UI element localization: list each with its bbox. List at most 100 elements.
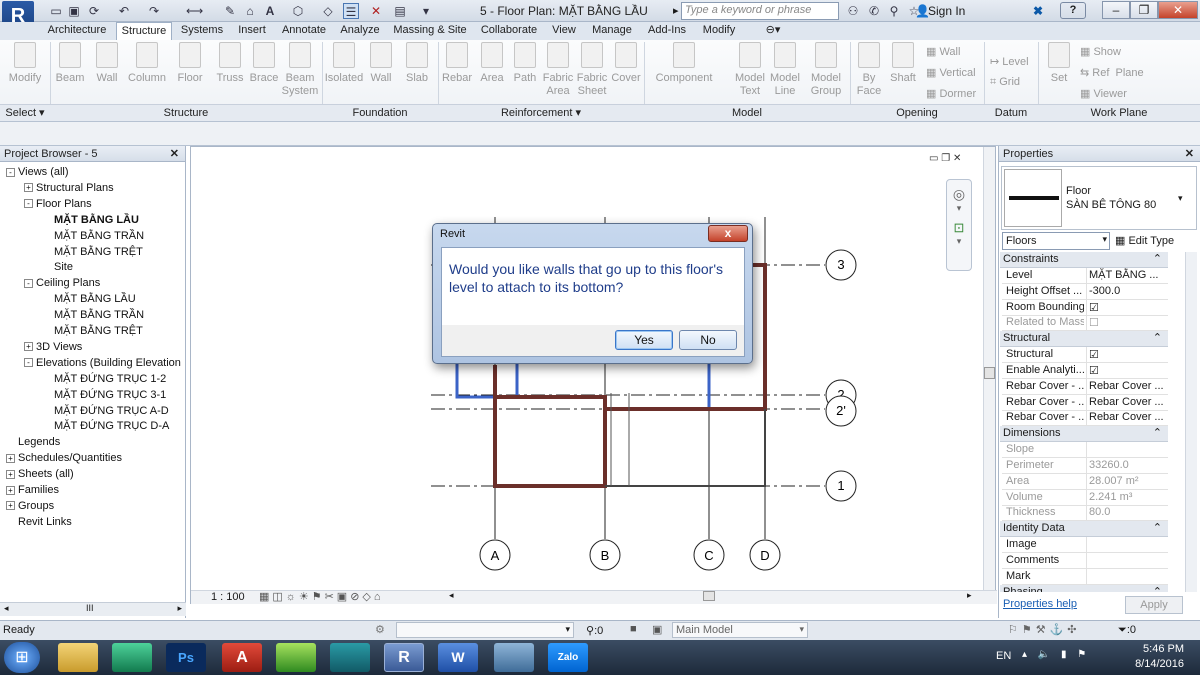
design-option-select[interactable]: Main Model ▾ (672, 622, 808, 638)
revit-taskbar-icon[interactable]: R (384, 643, 424, 672)
filter-count[interactable]: ⚲:0 (586, 624, 603, 637)
tree-item[interactable]: - Elevations (Building Elevation (24, 357, 181, 369)
binoculars-icon[interactable]: ⚇ (845, 3, 861, 19)
rebar-button[interactable]: Rebar (440, 42, 474, 85)
close-window-button[interactable]: ✕ (1158, 1, 1198, 19)
property-value[interactable]: 28.007 m² (1086, 473, 1168, 489)
collapse-icon[interactable]: - (24, 278, 33, 288)
truss-button[interactable]: Truss (212, 42, 248, 85)
set-work-plane-button[interactable]: Set (1042, 42, 1076, 85)
properties-scrollbar[interactable] (1185, 252, 1197, 592)
dimension-icon[interactable]: ✎ (222, 3, 238, 19)
by-face-button[interactable]: By Face (852, 42, 886, 98)
view-window-controls[interactable]: ▭ ❐ ✕ (929, 153, 961, 164)
wall-button[interactable]: Wall (90, 42, 124, 85)
property-value[interactable]: ☐ (1086, 315, 1168, 331)
property-row[interactable]: Rebar Cover - ... Rebar Cover ... (1002, 410, 1168, 427)
tree-item[interactable]: MẶT BẰNG TRỆT (42, 246, 143, 258)
property-row[interactable]: Area 28.007 m² (1002, 473, 1168, 490)
edit-type-button[interactable]: ▦ Edit Type (1115, 234, 1174, 247)
panel-select[interactable]: Select ▾ (0, 104, 50, 121)
tree-item[interactable]: - Floor Plans (24, 198, 92, 210)
grid-button[interactable]: ⌗ Grid (990, 76, 1020, 89)
tree-item[interactable]: MẶT BẰNG TRẦN (42, 309, 144, 321)
help-button[interactable]: ? (1060, 2, 1086, 19)
tree-item[interactable]: Site (42, 261, 73, 273)
3d-view-icon[interactable]: ⬡ (290, 3, 306, 19)
vertical-scroll-thumb[interactable] (984, 367, 995, 379)
scroll-left-icon[interactable]: ◂ (4, 603, 9, 614)
scroll-right-icon[interactable]: ▸ (967, 590, 972, 601)
expand-icon[interactable]: + (6, 453, 15, 463)
property-group-header[interactable]: Structural ⌃ (1000, 331, 1168, 348)
tree-item[interactable]: - Views (all) (6, 166, 69, 178)
property-group-header[interactable]: Constraints ⌃ (1000, 252, 1168, 268)
wheel-dropdown-icon[interactable]: ▾ (947, 203, 971, 214)
property-value[interactable]: ☑ (1086, 347, 1168, 363)
model-text-button[interactable]: Model Text (732, 42, 768, 98)
start-button[interactable]: ⊞ (4, 642, 40, 673)
tab-structure[interactable]: Structure (116, 22, 172, 40)
editable-only-icon[interactable]: ■ (630, 623, 637, 635)
word-icon[interactable]: W (438, 643, 478, 672)
pictures-icon[interactable] (494, 643, 534, 672)
modify-button[interactable]: Modify (4, 42, 46, 85)
measure-icon[interactable]: ⟷ (186, 3, 203, 19)
tab-massing-site[interactable]: Massing & Site (390, 22, 470, 40)
expand-icon[interactable]: + (6, 501, 15, 511)
vertical-opening-button[interactable]: ▦ Vertical (926, 66, 976, 79)
property-value[interactable]: 2.241 m³ (1086, 489, 1168, 505)
search-input[interactable]: Type a keyword or phrase (681, 2, 839, 20)
property-row[interactable]: Slope (1002, 442, 1168, 459)
apply-button[interactable]: Apply (1125, 596, 1183, 614)
property-row[interactable]: Image (1002, 537, 1168, 554)
tree-item[interactable]: + Families (6, 484, 59, 496)
tab-architecture[interactable]: Architecture (40, 22, 114, 40)
collapse-icon[interactable]: ⌃ (1153, 521, 1162, 534)
floor-button[interactable]: Floor (172, 42, 208, 85)
3dsmax-icon[interactable] (330, 643, 370, 672)
zalo-icon[interactable]: Zalo (548, 643, 588, 672)
minimize-button[interactable]: – (1102, 1, 1130, 19)
tree-item[interactable]: MẶT BẰNG TRẦN (42, 230, 144, 242)
floor-plan-drawing[interactable]: 3 2 2' 1 A B C D (191, 147, 997, 605)
expand-icon[interactable]: + (6, 485, 15, 495)
beam-system-button[interactable]: Beam System (280, 42, 320, 98)
level-button[interactable]: ↦ Level (990, 55, 1029, 68)
show-button[interactable]: ▦ Show (1080, 45, 1121, 58)
property-group-header[interactable]: Phasing ⌃ (1000, 584, 1168, 592)
property-value[interactable] (1086, 442, 1168, 458)
tree-item[interactable]: + Structural Plans (24, 182, 114, 194)
selection-toggle-icons[interactable]: ⚐⚑⚒⚓✣ (1008, 623, 1081, 636)
tab-manage[interactable]: Manage (588, 22, 636, 40)
tab-systems[interactable]: Systems (176, 22, 228, 40)
sync-icon[interactable]: ⟳ (86, 3, 102, 19)
property-row[interactable]: Room Bounding ☑ (1002, 299, 1168, 316)
tree-item[interactable]: - Ceiling Plans (24, 277, 100, 289)
language-indicator[interactable]: EN (996, 650, 1011, 662)
search-expand-icon[interactable]: ▸ (673, 4, 679, 17)
property-value[interactable]: Rebar Cover ... (1086, 394, 1168, 410)
tree-item[interactable]: MẶT ĐỨNG TRỤC D-A (42, 420, 169, 432)
collapse-icon[interactable]: ⌃ (1153, 331, 1162, 344)
tree-item[interactable]: + Groups (6, 500, 54, 512)
property-row[interactable]: Volume 2.241 m³ (1002, 489, 1168, 506)
clock-time[interactable]: 5:46 PM (1132, 643, 1184, 655)
design-options-icon[interactable]: ▣ (652, 623, 662, 636)
wall-opening-button[interactable]: ▦ Wall (926, 45, 960, 58)
column-button[interactable]: Column (126, 42, 168, 85)
tree-item[interactable]: MẶT ĐỨNG TRỤC A-D (42, 405, 169, 417)
maximize-button[interactable]: ❐ (1130, 1, 1158, 19)
collapse-icon[interactable]: ⌃ (1153, 585, 1162, 592)
view-control-icons[interactable]: ▦◫☼☀⚑✂▣⊘◇⌂ (259, 590, 384, 603)
panel-reinforcement[interactable]: Reinforcement ▾ (438, 104, 644, 121)
tree-item[interactable]: MẶT BẰNG LẦU (42, 293, 136, 305)
instance-filter-select[interactable]: Floors ▾ (1002, 232, 1110, 250)
sign-in-link[interactable]: Sign In (928, 4, 965, 18)
exchange-apps-icon[interactable]: ✖ (1030, 3, 1046, 19)
isolated-foundation-button[interactable]: Isolated (324, 42, 364, 85)
autocad-icon[interactable]: A (222, 643, 262, 672)
dormer-button[interactable]: ▦ Dormer (926, 87, 976, 100)
open-icon[interactable]: ▭ (48, 3, 64, 19)
type-selector[interactable]: Floor SÀN BÊ TÔNG 80 ▾ (1001, 166, 1197, 230)
